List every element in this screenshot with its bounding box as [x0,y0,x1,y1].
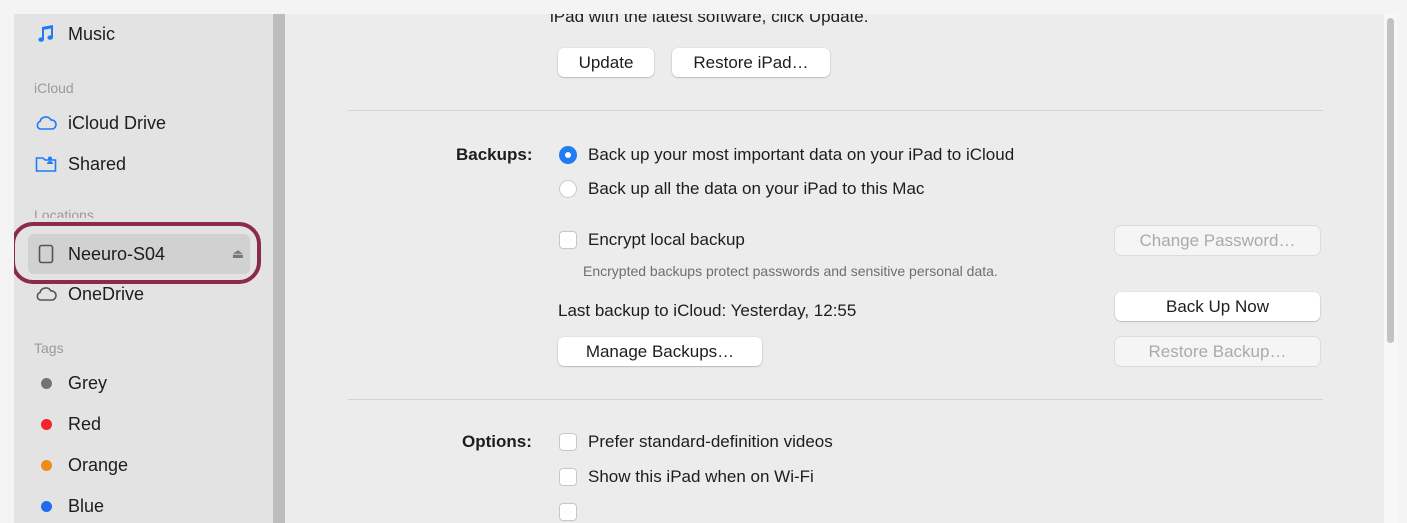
shared-folder-icon [34,152,58,176]
screenshot-frame-top [0,0,1407,14]
sidebar-tag-orange[interactable]: Orange [34,449,128,481]
prefer-sd-videos-checkbox[interactable] [559,433,577,451]
change-password-button[interactable]: Change Password… [1115,226,1320,255]
section-divider [348,399,1323,400]
software-description-text: iPad with the latest software, click Upd… [550,14,869,26]
section-divider [348,110,1323,111]
encrypt-backup-checkbox[interactable] [559,231,577,249]
music-note-icon [34,22,58,46]
tag-dot-icon [40,500,52,512]
sidebar-item-label: OneDrive [68,283,145,304]
backup-mac-option-label[interactable]: Back up all the data on your iPad to thi… [588,179,924,199]
sidebar-tag-grey[interactable]: Grey [34,367,107,399]
sidebar-item-label: Blue [68,495,105,516]
cloud-icon [34,111,58,135]
sidebar-item-label: iCloud Drive [68,112,167,133]
option-checkbox-partial[interactable] [559,503,577,521]
restore-ipad-button[interactable]: Restore iPad… [672,48,830,77]
show-on-wifi-checkbox[interactable] [559,468,577,486]
options-label: Options: [462,432,532,451]
annotation-highlight-ring [11,222,261,284]
sidebar-tag-blue[interactable]: Blue [34,490,104,522]
prefer-sd-videos-label[interactable]: Prefer standard-definition videos [588,432,833,452]
backup-mac-radio[interactable] [559,180,577,198]
cloud-icon [34,282,58,306]
sidebar-item-label: Red [68,413,102,434]
last-backup-text: Last backup to iCloud: Yesterday, 12:55 [558,301,857,320]
update-button[interactable]: Update [558,48,654,77]
sidebar-section-locations: Locations [34,210,94,218]
backup-icloud-radio[interactable] [559,146,577,164]
sidebar-item-label: Orange [68,454,129,475]
tag-dot-icon [40,377,52,389]
sidebar-section-tags: Tags [34,340,64,356]
restore-backup-button[interactable]: Restore Backup… [1115,337,1320,366]
manage-backups-button[interactable]: Manage Backups… [558,337,762,366]
sidebar-item-label: Shared [68,153,127,174]
tag-dot-icon [40,418,52,430]
sidebar-item-label: Grey [68,372,108,393]
encrypt-backup-label[interactable]: Encrypt local backup [588,230,745,250]
sidebar-section-icloud: iCloud [34,80,74,96]
sidebar-item-onedrive[interactable]: OneDrive [34,280,144,308]
sidebar-item-music[interactable]: Music [34,18,115,50]
sidebar-splitter[interactable] [273,14,285,523]
back-up-now-button[interactable]: Back Up Now [1115,292,1320,321]
show-on-wifi-label[interactable]: Show this iPad when on Wi-Fi [588,467,814,487]
scrollbar-thumb[interactable] [1387,18,1394,343]
sidebar-item-icloud-drive[interactable]: iCloud Drive [34,107,166,139]
sidebar-item-shared[interactable]: Shared [34,148,126,180]
tag-dot-icon [40,459,52,471]
sidebar-tag-red[interactable]: Red [34,408,101,440]
screenshot-frame-left [0,0,14,523]
screenshot-frame-right [1397,0,1407,523]
backups-label: Backups: [456,145,533,164]
backup-icloud-option-label[interactable]: Back up your most important data on your… [588,145,1014,165]
sidebar-item-label: Music [68,23,116,44]
encrypt-note-text: Encrypted backups protect passwords and … [583,263,998,279]
